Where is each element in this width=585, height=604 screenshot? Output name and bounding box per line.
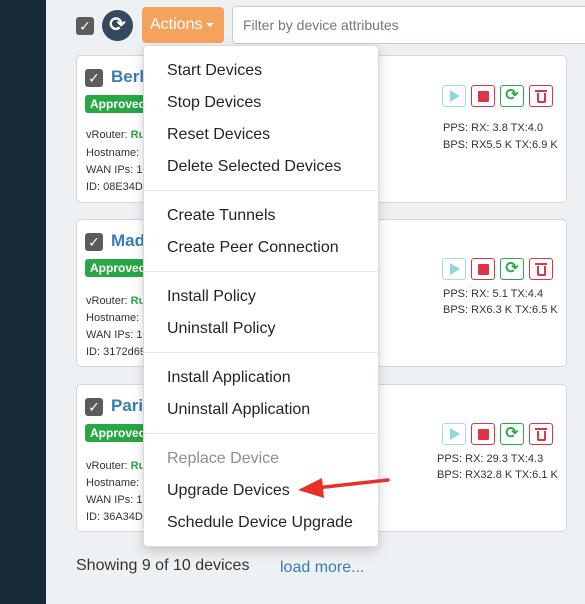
menu-item-install-policy[interactable]: Install Policy [167,288,256,306]
menu-item-create-peer-connection[interactable]: Create Peer Connection [167,239,339,257]
menu-divider [144,190,378,191]
reset-device-button[interactable]: ⟳ [500,85,524,107]
menu-divider [144,271,378,272]
menu-item-reset-devices[interactable]: Reset Devices [167,126,270,144]
menu-divider [144,352,378,353]
start-device-button[interactable] [442,258,466,280]
start-device-button[interactable] [442,85,466,107]
wan-ips-info: WAN IPs: 1 [86,494,143,506]
delete-device-button[interactable] [529,85,553,107]
device-id-info: ID: 36A34D [86,511,143,523]
vrouter-info: vRouter: Ru [86,129,146,141]
wan-ips-info: WAN IPs: 19 [86,329,149,341]
device-checkbox[interactable]: ✓ [85,233,103,251]
status-badge: Approved [85,95,152,113]
hostname-info: Hostname: [86,312,140,324]
menu-item-stop-devices[interactable]: Stop Devices [167,94,261,112]
menu-item-upgrade-devices[interactable]: Upgrade Devices [167,482,290,500]
vrouter-info: vRouter: Ru [86,295,146,307]
sidebar [0,0,46,604]
refresh-button[interactable]: ⟳ [102,10,133,41]
reset-device-button[interactable]: ⟳ [500,258,524,280]
showing-count: Showing 9 of 10 devices [76,557,250,574]
status-badge: Approved [85,424,152,442]
pps-stats: PPS: RX: 3.8 TX:4.0 [443,122,544,134]
menu-item-install-application[interactable]: Install Application [167,369,291,387]
annotation-arrow-icon [298,478,390,498]
reset-device-button[interactable]: ⟳ [500,423,524,445]
actions-label: Actions [150,16,203,33]
menu-item-replace-device: Replace Device [167,450,280,467]
device-checkbox[interactable]: ✓ [85,69,103,87]
device-id-info: ID: 3172d69 [86,346,146,358]
select-all-checkbox[interactable]: ✓ [76,17,94,35]
device-id-info: ID: 08E34D5 [86,181,149,193]
filter-input[interactable] [232,6,585,44]
sync-icon: ⟳ [505,87,519,104]
menu-item-uninstall-application[interactable]: Uninstall Application [167,401,310,419]
actions-menu: Start Devices Stop Devices Reset Devices… [143,45,379,547]
refresh-icon: ⟳ [109,14,126,36]
menu-item-create-tunnels[interactable]: Create Tunnels [167,207,276,225]
caret-down-icon [206,22,215,27]
pps-stats: PPS: RX: 29.3 TX:4.3 [437,453,544,465]
status-badge: Approved [85,259,152,277]
wan-ips-info: WAN IPs: 10 [86,164,149,176]
bps-stats: BPS: RX32.8 K TX:6.1 K [437,469,558,481]
actions-dropdown-button[interactable]: Actions [142,7,224,43]
menu-item-schedule-device-upgrade[interactable]: Schedule Device Upgrade [167,514,353,532]
delete-device-button[interactable] [529,258,553,280]
bps-stats: BPS: RX5.5 K TX:6.9 K [443,139,558,151]
vrouter-info: vRouter: Ru [86,460,146,472]
stop-device-button[interactable] [471,258,495,280]
stop-device-button[interactable] [471,423,495,445]
load-more-link[interactable]: load more... [280,559,364,577]
hostname-info: Hostname: [86,477,140,489]
bps-stats: BPS: RX6.3 K TX:6.5 K [443,304,558,316]
stop-device-button[interactable] [471,85,495,107]
sync-icon: ⟳ [505,260,519,277]
sync-icon: ⟳ [505,425,519,442]
menu-item-uninstall-policy[interactable]: Uninstall Policy [167,320,275,338]
pps-stats: PPS: RX: 5.1 TX:4.4 [443,288,544,300]
delete-device-button[interactable] [529,423,553,445]
hostname-info: Hostname: [86,147,140,159]
menu-divider [144,433,378,434]
start-device-button[interactable] [442,423,466,445]
device-name-link[interactable]: Mad [111,231,145,251]
menu-item-delete-selected-devices[interactable]: Delete Selected Devices [167,158,341,176]
menu-item-start-devices[interactable]: Start Devices [167,62,262,80]
device-checkbox[interactable]: ✓ [85,398,103,416]
